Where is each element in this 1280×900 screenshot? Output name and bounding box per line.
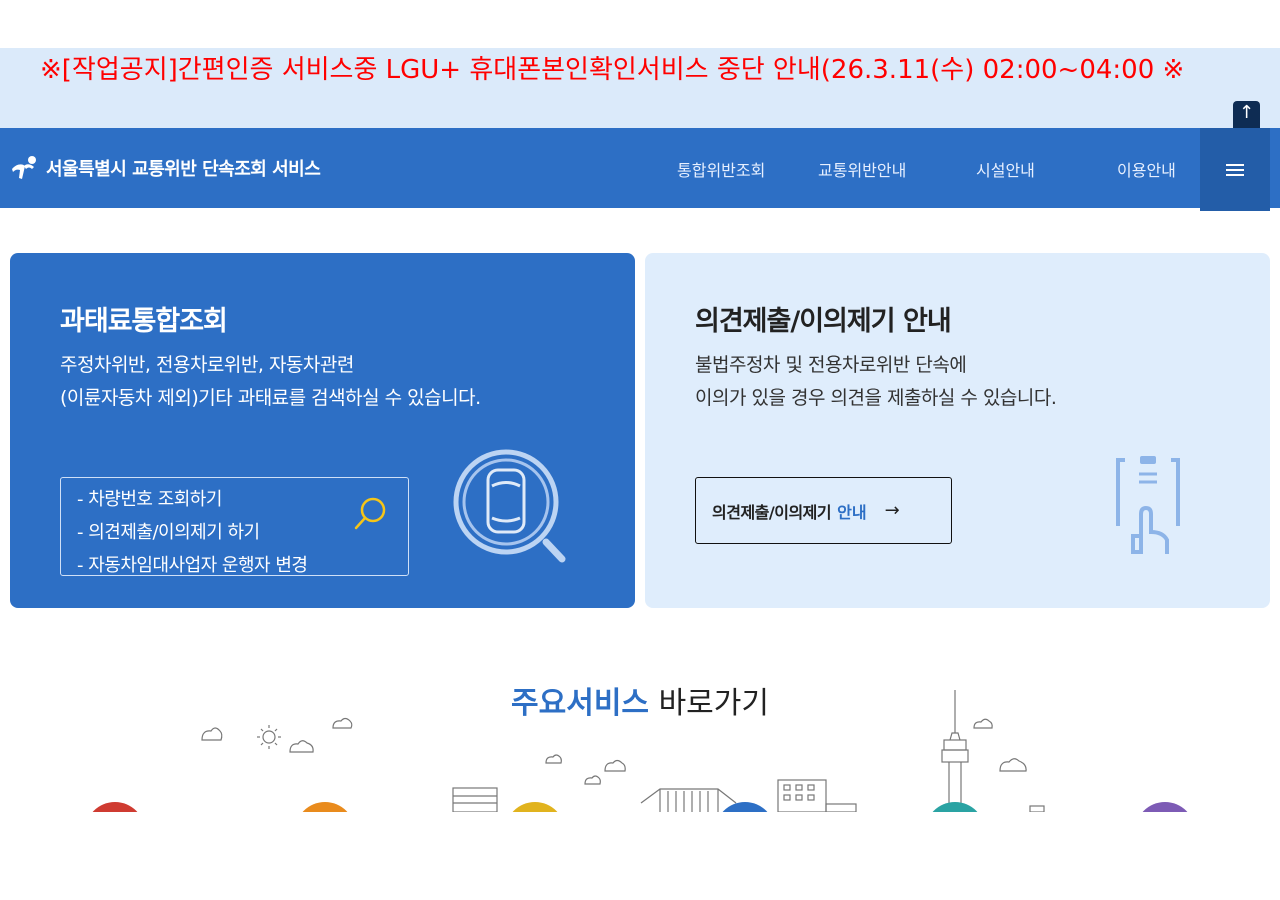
nav-usage-guide[interactable]: 이용안내 xyxy=(1117,157,1176,181)
notice-text[interactable]: ※[작업공지]간편인증 서비스중 LGU+ 휴대폰본인확인서비스 중단 안내(2… xyxy=(40,56,1260,84)
objection-guide-button-label: 의견제출/이의제기 xyxy=(712,502,832,522)
objection-card-description: 불법주정차 및 전용차로위반 단속에 이의가 있을 경우 의견을 제출하실 수 … xyxy=(695,349,1057,415)
city-skyline-illustration xyxy=(92,690,1188,812)
fine-quick-links: - 차량번호 조회하기 - 의견제출/이의제기 하기 - 자동차임대사업자 운행… xyxy=(60,477,409,576)
nav-facility-guide[interactable]: 시설안내 xyxy=(976,157,1035,181)
objection-desc-line-1: 불법주정차 및 전용차로위반 단속에 xyxy=(695,354,967,376)
header: 서울특별시 교통위반 단속조회 서비스 통합위반조회 교통위반안내 시설안내 이… xyxy=(0,128,1280,211)
objection-guide-card: 의견제출/이의제기 안내 불법주정차 및 전용차로위반 단속에 이의가 있을 경… xyxy=(645,253,1270,608)
objection-desc-line-2: 이의가 있을 경우 의견을 제출하실 수 있습니다. xyxy=(695,387,1057,409)
page-bottom xyxy=(0,812,1280,900)
fine-card-description: 주정차위반, 전용차로위반, 자동차관련 (이륜자동차 제외)기타 과태료를 검… xyxy=(60,349,481,415)
fine-desc-line-1: 주정차위반, 전용차로위반, 자동차관련 xyxy=(60,354,354,376)
nav-integrated-lookup[interactable]: 통합위반조회 xyxy=(677,157,765,181)
fine-card-title: 과태료통합조회 xyxy=(60,306,228,337)
site-title: 서울특별시 교통위반 단속조회 서비스 xyxy=(46,159,321,180)
menu-button[interactable] xyxy=(1200,128,1270,211)
menu-icon xyxy=(1226,161,1244,179)
objection-card-title: 의견제출/이의제기 안내 xyxy=(695,306,952,337)
nav-violation-guide[interactable]: 교통위반안내 xyxy=(818,157,906,181)
fine-lookup-card: 과태료통합조회 주정차위반, 전용차로위반, 자동차관련 (이륜자동차 제외)기… xyxy=(10,253,635,608)
scroll-top-button[interactable]: ↑ xyxy=(1233,101,1260,128)
search-icon xyxy=(354,497,386,530)
arrow-right-icon: → xyxy=(884,500,900,521)
fine-desc-line-2: (이륜자동차 제외)기타 과태료를 검색하실 수 있습니다. xyxy=(60,387,481,409)
clipboard-hand-icon xyxy=(1116,456,1180,554)
car-search-icon xyxy=(453,449,566,563)
arrow-up-icon: ↑ xyxy=(1238,102,1255,123)
link-rental-operator-change[interactable]: - 자동차임대사업자 운행자 변경 xyxy=(77,549,408,582)
logo[interactable]: 서울특별시 교통위반 단속조회 서비스 xyxy=(10,155,321,181)
objection-guide-button[interactable]: 의견제출/이의제기 안내 → xyxy=(695,477,952,544)
objection-guide-button-accent: 안내 xyxy=(837,502,867,522)
notice-banner: ※[작업공지]간편인증 서비스중 LGU+ 휴대폰본인확인서비스 중단 안내(2… xyxy=(0,48,1280,128)
app-logo-icon xyxy=(12,156,36,179)
